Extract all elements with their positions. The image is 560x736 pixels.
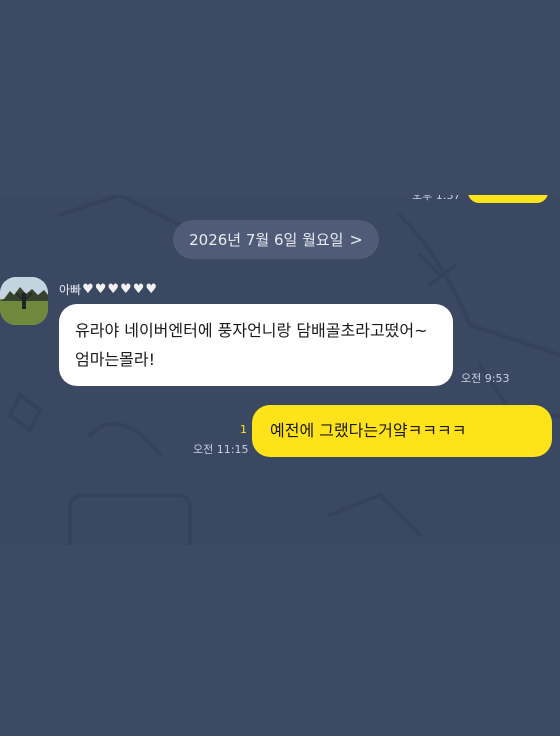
date-divider-label: 2026년 7월 6일 월요일 [189,231,344,249]
outgoing-message-bubble[interactable]: 예전에 그랬다는거얔ㅋㅋㅋㅋ [252,405,552,457]
chat-area[interactable]: 오후 1:37 2026년 7월 6일 월요일 > 아빠 ♥♥♥♥♥♥ 유라야 … [0,195,560,545]
sender-name: 아빠 ♥♥♥♥♥♥ [59,281,158,298]
avatar[interactable] [0,277,48,325]
outgoing-message-time: 오전 11:15 [193,443,249,456]
date-divider[interactable]: 2026년 7월 6일 월요일 > [173,220,379,259]
incoming-message-time: 오전 9:53 [461,372,510,385]
unread-count-badge: 1 [240,423,247,436]
incoming-message-bubble[interactable]: 유라야 네이버엔터에 풍자언니랑 담배골초라고떴어~엄마는몰라! [59,304,453,386]
previous-outgoing-bubble[interactable] [468,195,548,203]
sender-name-text: 아빠 [59,283,82,297]
previous-message-time: 오후 1:37 [412,195,461,202]
avatar-photo [0,277,48,325]
chevron-right-icon: > [349,230,363,249]
sender-name-hearts: ♥♥♥♥♥♥ [82,282,159,297]
